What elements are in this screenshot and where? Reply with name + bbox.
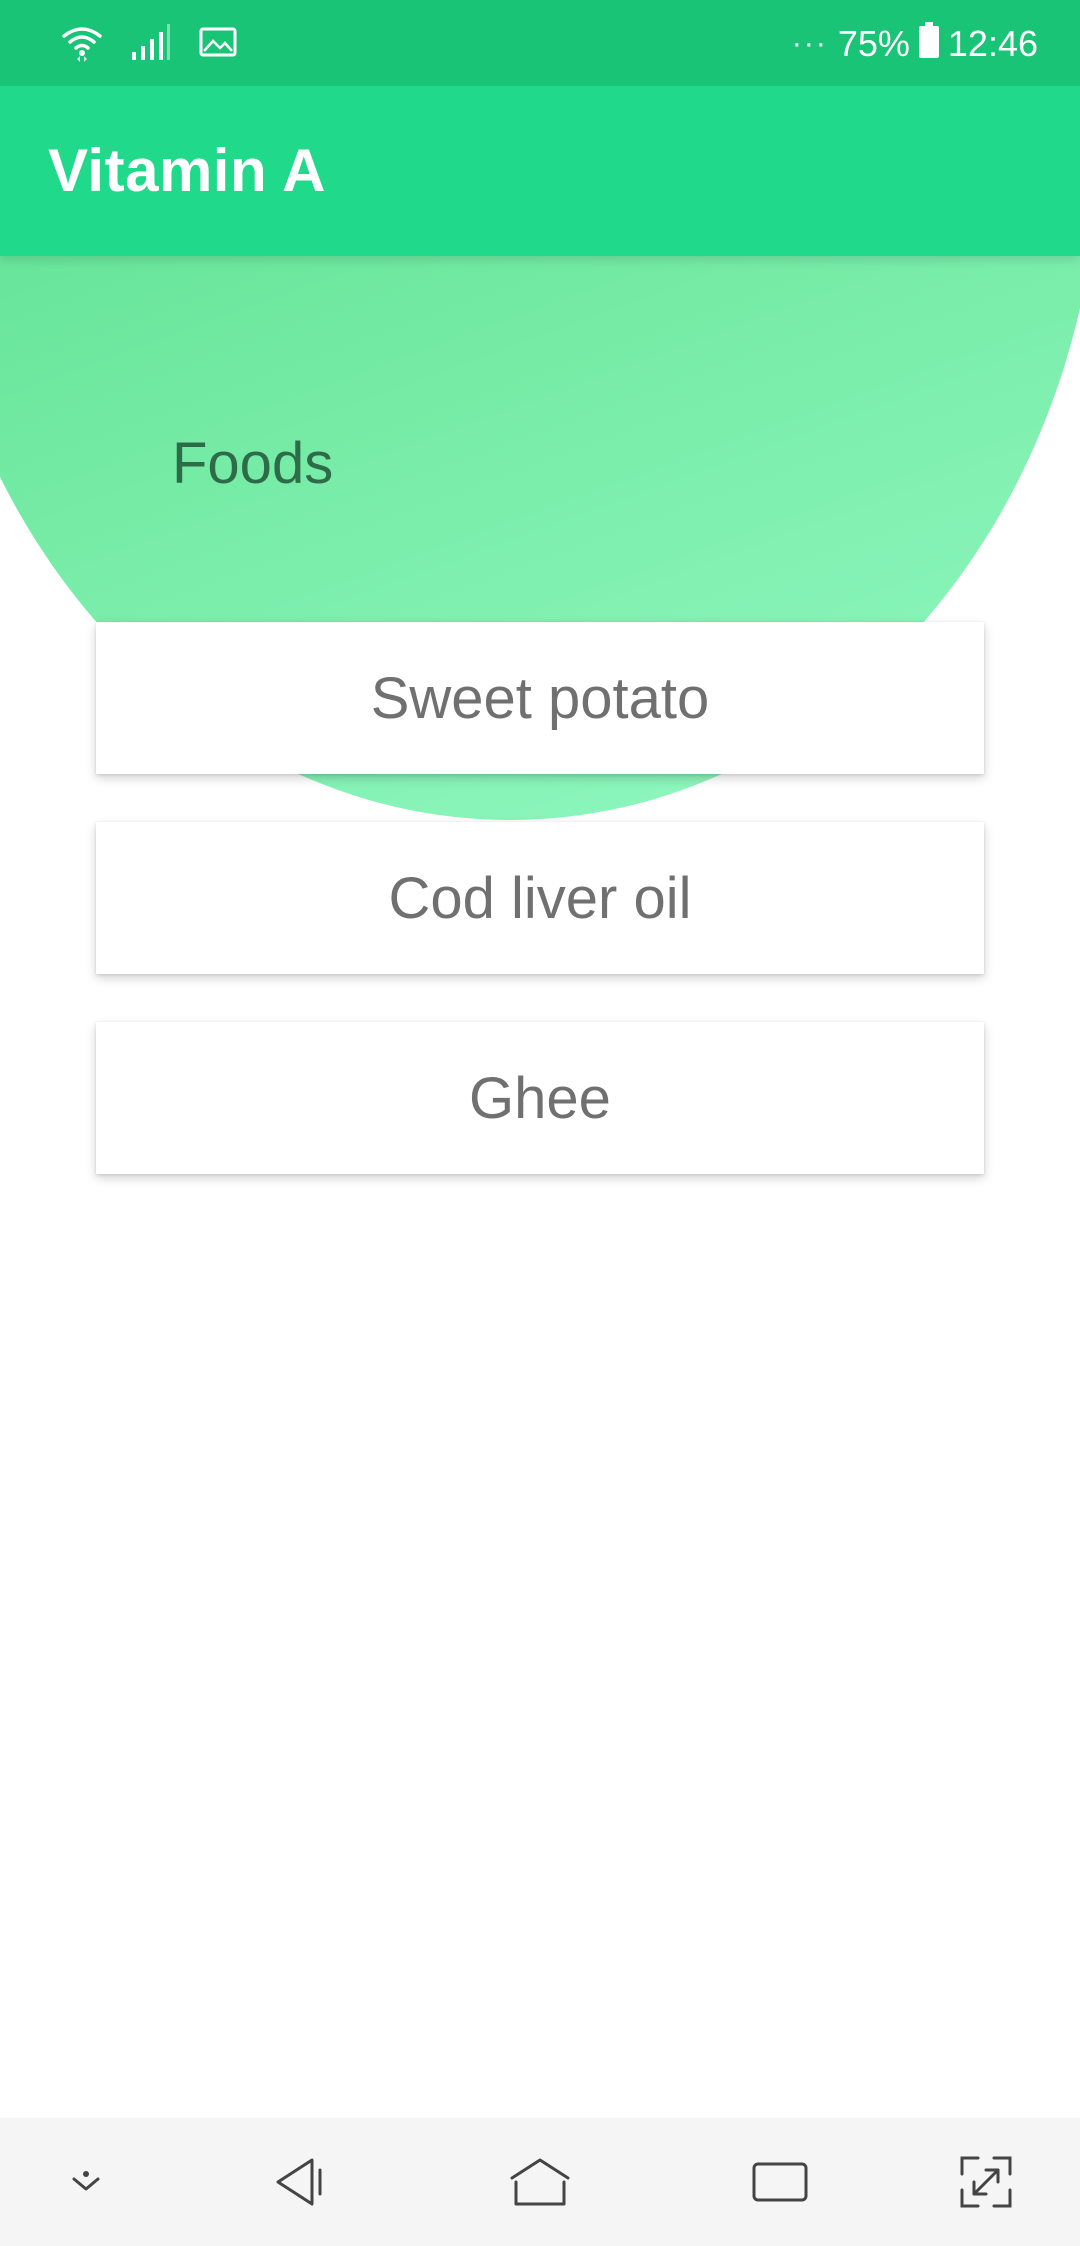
food-card-ghee[interactable]: Ghee [96, 1022, 984, 1174]
signal-icon [130, 22, 172, 67]
food-label: Sweet potato [370, 665, 710, 731]
recents-icon[interactable] [736, 2138, 824, 2226]
status-left-icons [60, 20, 238, 68]
battery-icon [918, 21, 940, 68]
status-right: ··· 75% 12:46 [792, 16, 1038, 72]
food-card-cod-liver-oil[interactable]: Cod liver oil [96, 822, 984, 974]
food-label: Ghee [469, 1065, 611, 1131]
wifi-icon [60, 20, 104, 69]
navigation-bar [0, 2118, 1080, 2246]
status-bar: ··· 75% 12:46 [0, 0, 1080, 86]
expand-icon[interactable] [942, 2138, 1030, 2226]
status-time: 12:46 [947, 23, 1038, 64]
home-icon[interactable] [496, 2138, 584, 2226]
food-label: Cod liver oil [388, 865, 692, 931]
screen: ··· 75% 12:46 Vitamin A Foods Sweet pota… [0, 0, 1080, 2246]
app-bar: Vitamin A [0, 86, 1080, 256]
battery-percent: 75% [837, 23, 910, 64]
app-title: Vitamin A [48, 137, 326, 204]
collapse-icon[interactable] [42, 2138, 130, 2226]
section-title: Foods [172, 431, 334, 496]
food-card-sweet-potato[interactable]: Sweet potato [96, 622, 984, 774]
back-icon[interactable] [256, 2138, 344, 2226]
overflow-dots: ··· [791, 27, 828, 60]
food-list: Sweet potato Cod liver oil Ghee [96, 622, 984, 1222]
image-notification-icon [198, 24, 238, 65]
